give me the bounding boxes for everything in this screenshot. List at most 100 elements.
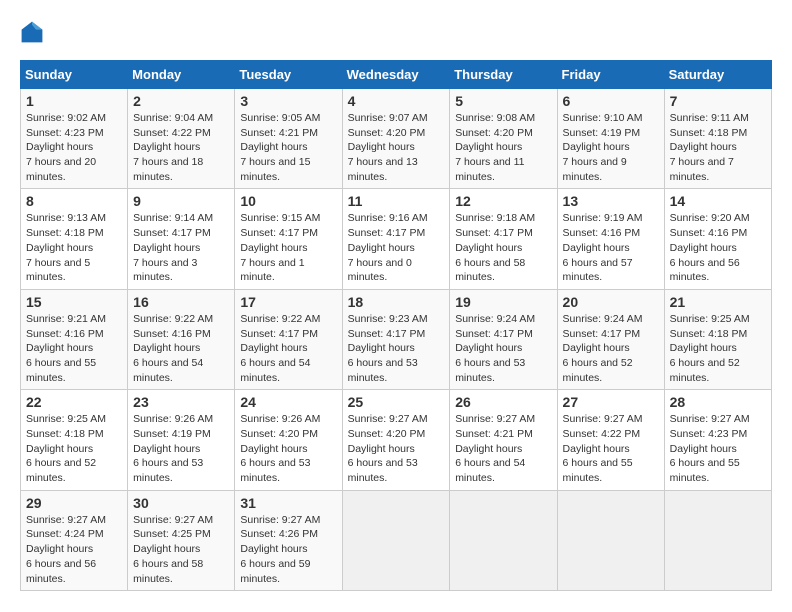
cell-info: Sunrise: 9:20 AMSunset: 4:16 PMDaylight …: [670, 212, 750, 283]
cell-info: Sunrise: 9:19 AMSunset: 4:16 PMDaylight …: [563, 212, 643, 283]
cell-info: Sunrise: 9:27 AMSunset: 4:20 PMDaylight …: [348, 413, 428, 484]
cell-date: 9: [133, 193, 229, 209]
calendar-cell: 15 Sunrise: 9:21 AMSunset: 4:16 PMDaylig…: [21, 289, 128, 389]
calendar-cell: 14 Sunrise: 9:20 AMSunset: 4:16 PMDaylig…: [664, 189, 771, 289]
cell-date: 4: [348, 93, 445, 109]
cell-info: Sunrise: 9:21 AMSunset: 4:16 PMDaylight …: [26, 313, 106, 384]
cell-info: Sunrise: 9:25 AMSunset: 4:18 PMDaylight …: [26, 413, 106, 484]
cell-date: 7: [670, 93, 766, 109]
cell-info: Sunrise: 9:27 AMSunset: 4:26 PMDaylight …: [240, 514, 320, 585]
calendar-cell: 17 Sunrise: 9:22 AMSunset: 4:17 PMDaylig…: [235, 289, 342, 389]
calendar-cell: 12 Sunrise: 9:18 AMSunset: 4:17 PMDaylig…: [450, 189, 557, 289]
cell-date: 8: [26, 193, 122, 209]
week-row-4: 22 Sunrise: 9:25 AMSunset: 4:18 PMDaylig…: [21, 390, 772, 490]
cell-date: 16: [133, 294, 229, 310]
cell-date: 31: [240, 495, 336, 511]
cell-info: Sunrise: 9:16 AMSunset: 4:17 PMDaylight …: [348, 212, 428, 283]
calendar-cell: 28 Sunrise: 9:27 AMSunset: 4:23 PMDaylig…: [664, 390, 771, 490]
calendar-cell: 23 Sunrise: 9:26 AMSunset: 4:19 PMDaylig…: [128, 390, 235, 490]
calendar-cell: 27 Sunrise: 9:27 AMSunset: 4:22 PMDaylig…: [557, 390, 664, 490]
calendar-cell: 10 Sunrise: 9:15 AMSunset: 4:17 PMDaylig…: [235, 189, 342, 289]
cell-info: Sunrise: 9:26 AMSunset: 4:19 PMDaylight …: [133, 413, 213, 484]
cell-date: 5: [455, 93, 551, 109]
cell-info: Sunrise: 9:27 AMSunset: 4:23 PMDaylight …: [670, 413, 750, 484]
cell-info: Sunrise: 9:23 AMSunset: 4:17 PMDaylight …: [348, 313, 428, 384]
calendar-cell: 4 Sunrise: 9:07 AMSunset: 4:20 PMDayligh…: [342, 89, 450, 189]
logo-icon: [20, 20, 44, 44]
week-row-1: 1 Sunrise: 9:02 AMSunset: 4:23 PMDayligh…: [21, 89, 772, 189]
cell-info: Sunrise: 9:27 AMSunset: 4:25 PMDaylight …: [133, 514, 213, 585]
calendar-cell: [450, 490, 557, 590]
calendar-cell: [557, 490, 664, 590]
cell-date: 30: [133, 495, 229, 511]
calendar-cell: 21 Sunrise: 9:25 AMSunset: 4:18 PMDaylig…: [664, 289, 771, 389]
cell-info: Sunrise: 9:22 AMSunset: 4:17 PMDaylight …: [240, 313, 320, 384]
cell-date: 10: [240, 193, 336, 209]
page-header: [20, 20, 772, 44]
cell-info: Sunrise: 9:27 AMSunset: 4:22 PMDaylight …: [563, 413, 643, 484]
cell-date: 6: [563, 93, 659, 109]
cell-date: 23: [133, 394, 229, 410]
cell-date: 21: [670, 294, 766, 310]
day-header-wednesday: Wednesday: [342, 61, 450, 89]
calendar-cell: 30 Sunrise: 9:27 AMSunset: 4:25 PMDaylig…: [128, 490, 235, 590]
calendar-cell: 9 Sunrise: 9:14 AMSunset: 4:17 PMDayligh…: [128, 189, 235, 289]
calendar-cell: [664, 490, 771, 590]
cell-date: 19: [455, 294, 551, 310]
cell-date: 3: [240, 93, 336, 109]
cell-info: Sunrise: 9:04 AMSunset: 4:22 PMDaylight …: [133, 112, 213, 183]
cell-date: 20: [563, 294, 659, 310]
calendar-cell: 24 Sunrise: 9:26 AMSunset: 4:20 PMDaylig…: [235, 390, 342, 490]
cell-date: 14: [670, 193, 766, 209]
cell-info: Sunrise: 9:25 AMSunset: 4:18 PMDaylight …: [670, 313, 750, 384]
cell-info: Sunrise: 9:18 AMSunset: 4:17 PMDaylight …: [455, 212, 535, 283]
day-header-thursday: Thursday: [450, 61, 557, 89]
cell-date: 15: [26, 294, 122, 310]
cell-info: Sunrise: 9:26 AMSunset: 4:20 PMDaylight …: [240, 413, 320, 484]
calendar-cell: 2 Sunrise: 9:04 AMSunset: 4:22 PMDayligh…: [128, 89, 235, 189]
cell-date: 22: [26, 394, 122, 410]
cell-date: 27: [563, 394, 659, 410]
cell-info: Sunrise: 9:02 AMSunset: 4:23 PMDaylight …: [26, 112, 106, 183]
cell-date: 1: [26, 93, 122, 109]
calendar-cell: 8 Sunrise: 9:13 AMSunset: 4:18 PMDayligh…: [21, 189, 128, 289]
cell-info: Sunrise: 9:24 AMSunset: 4:17 PMDaylight …: [563, 313, 643, 384]
calendar-cell: 16 Sunrise: 9:22 AMSunset: 4:16 PMDaylig…: [128, 289, 235, 389]
calendar-table: SundayMondayTuesdayWednesdayThursdayFrid…: [20, 60, 772, 591]
cell-info: Sunrise: 9:13 AMSunset: 4:18 PMDaylight …: [26, 212, 106, 283]
cell-date: 25: [348, 394, 445, 410]
cell-date: 2: [133, 93, 229, 109]
week-row-5: 29 Sunrise: 9:27 AMSunset: 4:24 PMDaylig…: [21, 490, 772, 590]
calendar-cell: 11 Sunrise: 9:16 AMSunset: 4:17 PMDaylig…: [342, 189, 450, 289]
calendar-cell: 25 Sunrise: 9:27 AMSunset: 4:20 PMDaylig…: [342, 390, 450, 490]
calendar-cell: 6 Sunrise: 9:10 AMSunset: 4:19 PMDayligh…: [557, 89, 664, 189]
cell-info: Sunrise: 9:27 AMSunset: 4:24 PMDaylight …: [26, 514, 106, 585]
cell-date: 17: [240, 294, 336, 310]
calendar-cell: 7 Sunrise: 9:11 AMSunset: 4:18 PMDayligh…: [664, 89, 771, 189]
calendar-cell: 5 Sunrise: 9:08 AMSunset: 4:20 PMDayligh…: [450, 89, 557, 189]
cell-info: Sunrise: 9:27 AMSunset: 4:21 PMDaylight …: [455, 413, 535, 484]
calendar-cell: 19 Sunrise: 9:24 AMSunset: 4:17 PMDaylig…: [450, 289, 557, 389]
cell-date: 11: [348, 193, 445, 209]
calendar-cell: 22 Sunrise: 9:25 AMSunset: 4:18 PMDaylig…: [21, 390, 128, 490]
cell-info: Sunrise: 9:08 AMSunset: 4:20 PMDaylight …: [455, 112, 535, 183]
cell-info: Sunrise: 9:14 AMSunset: 4:17 PMDaylight …: [133, 212, 213, 283]
calendar-cell: 31 Sunrise: 9:27 AMSunset: 4:26 PMDaylig…: [235, 490, 342, 590]
cell-info: Sunrise: 9:22 AMSunset: 4:16 PMDaylight …: [133, 313, 213, 384]
cell-info: Sunrise: 9:24 AMSunset: 4:17 PMDaylight …: [455, 313, 535, 384]
calendar-cell: 20 Sunrise: 9:24 AMSunset: 4:17 PMDaylig…: [557, 289, 664, 389]
cell-info: Sunrise: 9:15 AMSunset: 4:17 PMDaylight …: [240, 212, 320, 283]
day-header-monday: Monday: [128, 61, 235, 89]
day-header-sunday: Sunday: [21, 61, 128, 89]
cell-info: Sunrise: 9:11 AMSunset: 4:18 PMDaylight …: [670, 112, 749, 183]
day-header-friday: Friday: [557, 61, 664, 89]
cell-info: Sunrise: 9:05 AMSunset: 4:21 PMDaylight …: [240, 112, 320, 183]
calendar-cell: 1 Sunrise: 9:02 AMSunset: 4:23 PMDayligh…: [21, 89, 128, 189]
calendar-cell: 18 Sunrise: 9:23 AMSunset: 4:17 PMDaylig…: [342, 289, 450, 389]
cell-date: 24: [240, 394, 336, 410]
cell-info: Sunrise: 9:10 AMSunset: 4:19 PMDaylight …: [563, 112, 643, 183]
logo: [20, 20, 52, 44]
week-row-2: 8 Sunrise: 9:13 AMSunset: 4:18 PMDayligh…: [21, 189, 772, 289]
cell-date: 18: [348, 294, 445, 310]
cell-date: 26: [455, 394, 551, 410]
